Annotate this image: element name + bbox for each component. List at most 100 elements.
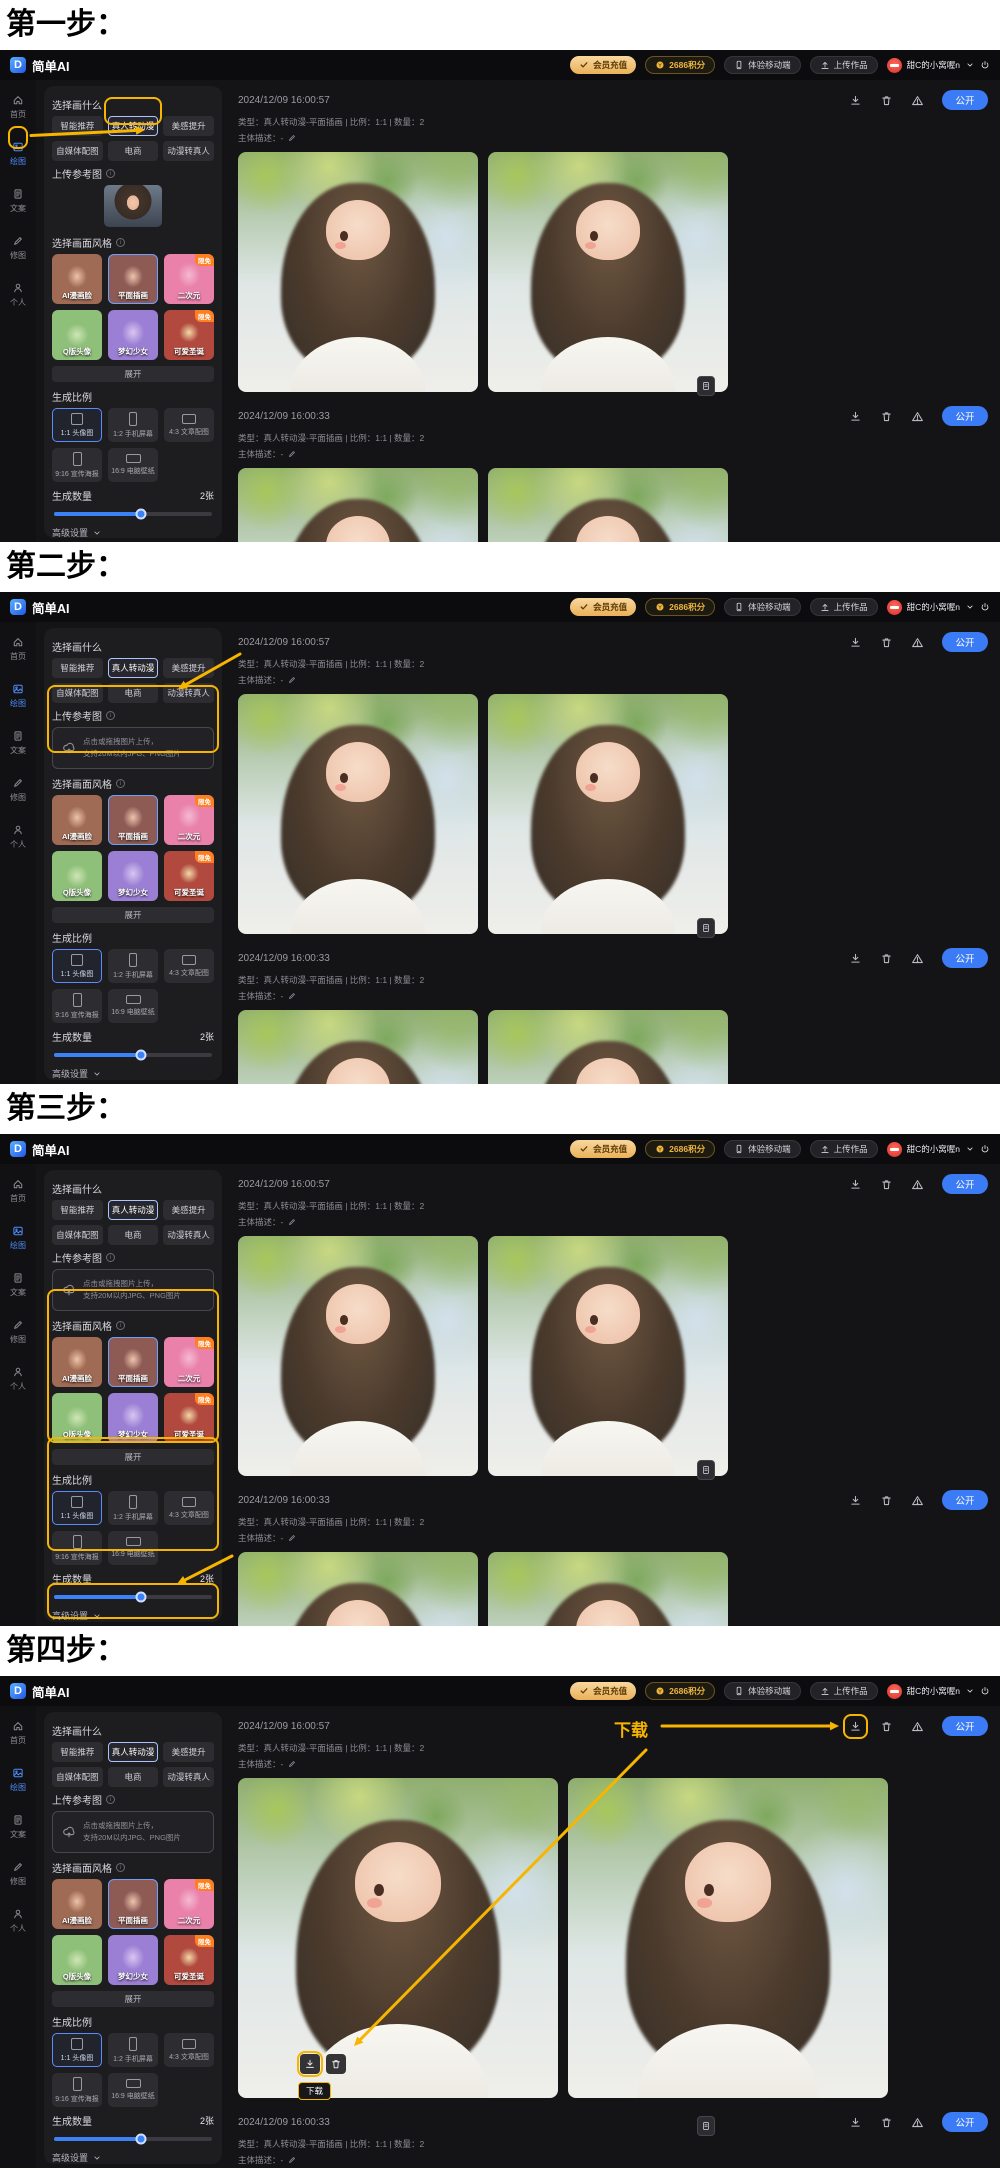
style-thumb-2[interactable]: 限免二次元	[164, 1879, 214, 1929]
report-icon-button[interactable]	[911, 1494, 924, 1507]
download-icon-button[interactable]	[849, 952, 862, 965]
delete-icon-button[interactable]	[880, 952, 893, 965]
sidebar-item-retouch[interactable]: 修图	[10, 1861, 26, 1887]
mobile-app-button[interactable]: 体验移动端	[724, 1140, 801, 1158]
sidebar-item-home[interactable]: 首页	[10, 636, 26, 662]
what-button-4[interactable]: 电商	[108, 1225, 159, 1245]
what-button-1[interactable]: 真人转动漫	[108, 1742, 159, 1762]
expand-button[interactable]: 展开	[52, 1991, 214, 2007]
what-button-1[interactable]: 真人转动漫	[108, 1200, 159, 1220]
style-thumb-1[interactable]: 平面插画	[108, 795, 158, 845]
sidebar-item-home[interactable]: 首页	[10, 1178, 26, 1204]
what-button-4[interactable]: 电商	[108, 141, 159, 161]
publish-button[interactable]: 公开	[942, 948, 988, 968]
style-thumb-5[interactable]: 限免可爱圣诞	[164, 1393, 214, 1443]
chevron-down-icon[interactable]	[965, 1144, 975, 1154]
ratio-chip-1[interactable]: 1:2 手机屏幕	[108, 408, 158, 442]
mobile-app-button[interactable]: 体验移动端	[724, 598, 801, 616]
upload-dropzone[interactable]: 点击或拖拽图片上传，支持20M以内JPG、PNG图片	[52, 1269, 214, 1311]
style-thumb-5[interactable]: 限免可爱圣诞	[164, 310, 214, 360]
what-button-1[interactable]: 真人转动漫	[108, 658, 159, 678]
style-thumb-3[interactable]: Q版头像	[52, 851, 102, 901]
report-icon-button[interactable]	[911, 2116, 924, 2129]
style-thumb-0[interactable]: AI漫画脸	[52, 795, 102, 845]
what-button-3[interactable]: 自媒体配图	[52, 1225, 103, 1245]
slider-thumb[interactable]	[135, 2134, 146, 2145]
power-icon[interactable]	[980, 1144, 990, 1154]
style-thumb-4[interactable]: 梦幻少女	[108, 310, 158, 360]
slider-thumb[interactable]	[135, 1592, 146, 1603]
mobile-app-button[interactable]: 体验移动端	[724, 1682, 801, 1700]
edit-pencil-icon[interactable]	[287, 449, 297, 459]
slider-thumb[interactable]	[135, 509, 146, 520]
expand-button[interactable]: 展开	[52, 1449, 214, 1465]
download-icon-button[interactable]	[849, 1178, 862, 1191]
ratio-chip-3[interactable]: 9:16 宣传海报	[52, 1531, 102, 1565]
ratio-chip-3[interactable]: 9:16 宣传海报	[52, 2073, 102, 2107]
ratio-chip-1[interactable]: 1:2 手机屏幕	[108, 949, 158, 983]
image-download-button[interactable]	[300, 2054, 320, 2074]
ratio-chip-2[interactable]: 4:3 文章配图	[164, 949, 214, 983]
user-menu[interactable]: 甜C的小窝喔n	[887, 1684, 990, 1699]
upload-work-button[interactable]: 上传作品	[810, 56, 878, 74]
ratio-chip-4[interactable]: 16:9 电脑壁纸	[108, 2073, 158, 2107]
report-icon-button[interactable]	[911, 636, 924, 649]
upload-dropzone[interactable]: 点击或拖拽图片上传，支持20M以内JPG、PNG图片	[52, 1811, 214, 1853]
note-icon-button[interactable]	[697, 2116, 715, 2136]
ratio-chip-4[interactable]: 16:9 电脑壁纸	[108, 448, 158, 482]
download-icon-button[interactable]	[849, 410, 862, 423]
what-button-5[interactable]: 动漫转真人	[163, 683, 214, 703]
publish-button[interactable]: 公开	[942, 1490, 988, 1510]
chevron-down-icon[interactable]	[965, 60, 975, 70]
upload-work-button[interactable]: 上传作品	[810, 598, 878, 616]
advanced-settings[interactable]: 高级设置	[52, 2151, 214, 2164]
what-button-0[interactable]: 智能推荐	[52, 1200, 103, 1220]
style-thumb-0[interactable]: AI漫画脸	[52, 1337, 102, 1387]
delete-icon-button[interactable]	[880, 1720, 893, 1733]
publish-button[interactable]: 公开	[942, 1716, 988, 1736]
download-icon-button[interactable]	[849, 1494, 862, 1507]
note-icon-button[interactable]	[697, 1460, 715, 1480]
power-icon[interactable]	[980, 60, 990, 70]
sidebar-item-draw[interactable]: 绘图	[10, 141, 26, 167]
what-button-5[interactable]: 动漫转真人	[163, 1767, 214, 1787]
style-thumb-3[interactable]: Q版头像	[52, 1393, 102, 1443]
what-button-2[interactable]: 美感提升	[163, 1742, 214, 1762]
credits-badge[interactable]: 2686积分	[645, 56, 715, 74]
sidebar-item-retouch[interactable]: 修图	[10, 1319, 26, 1345]
sidebar-item-draw[interactable]: 绘图	[10, 683, 26, 709]
credits-badge[interactable]: 2686积分	[645, 598, 715, 616]
chevron-down-icon[interactable]	[965, 1686, 975, 1696]
quantity-slider[interactable]	[54, 1053, 212, 1057]
what-button-4[interactable]: 电商	[108, 683, 159, 703]
style-thumb-0[interactable]: AI漫画脸	[52, 1879, 102, 1929]
note-icon-button[interactable]	[697, 918, 715, 938]
ratio-chip-0[interactable]: 1:1 头像图	[52, 408, 102, 442]
ratio-chip-4[interactable]: 16:9 电脑壁纸	[108, 989, 158, 1023]
style-thumb-5[interactable]: 限免可爱圣诞	[164, 1935, 214, 1985]
sidebar-item-draw[interactable]: 绘图	[10, 1225, 26, 1251]
delete-icon-button[interactable]	[880, 410, 893, 423]
sidebar-item-profile[interactable]: 个人	[10, 282, 26, 308]
delete-icon-button[interactable]	[880, 1178, 893, 1191]
sidebar-item-retouch[interactable]: 修图	[10, 777, 26, 803]
recharge-button[interactable]: 会员充值	[570, 598, 636, 616]
what-button-0[interactable]: 智能推荐	[52, 1742, 103, 1762]
ratio-chip-3[interactable]: 9:16 宣传海报	[52, 989, 102, 1023]
ratio-chip-4[interactable]: 16:9 电脑壁纸	[108, 1531, 158, 1565]
note-icon-button[interactable]	[697, 376, 715, 396]
publish-button[interactable]: 公开	[942, 2112, 988, 2132]
what-button-2[interactable]: 美感提升	[163, 116, 214, 136]
edit-pencil-icon[interactable]	[287, 1217, 297, 1227]
edit-pencil-icon[interactable]	[287, 1759, 297, 1769]
advanced-settings[interactable]: 高级设置	[52, 526, 214, 539]
style-thumb-2[interactable]: 限免二次元	[164, 795, 214, 845]
sidebar-item-profile[interactable]: 个人	[10, 1366, 26, 1392]
report-icon-button[interactable]	[911, 94, 924, 107]
what-button-0[interactable]: 智能推荐	[52, 658, 103, 678]
report-icon-button[interactable]	[911, 1720, 924, 1733]
power-icon[interactable]	[980, 1686, 990, 1696]
ratio-chip-3[interactable]: 9:16 宣传海报	[52, 448, 102, 482]
user-menu[interactable]: 甜C的小窝喔n	[887, 58, 990, 73]
quantity-slider[interactable]	[54, 512, 212, 516]
